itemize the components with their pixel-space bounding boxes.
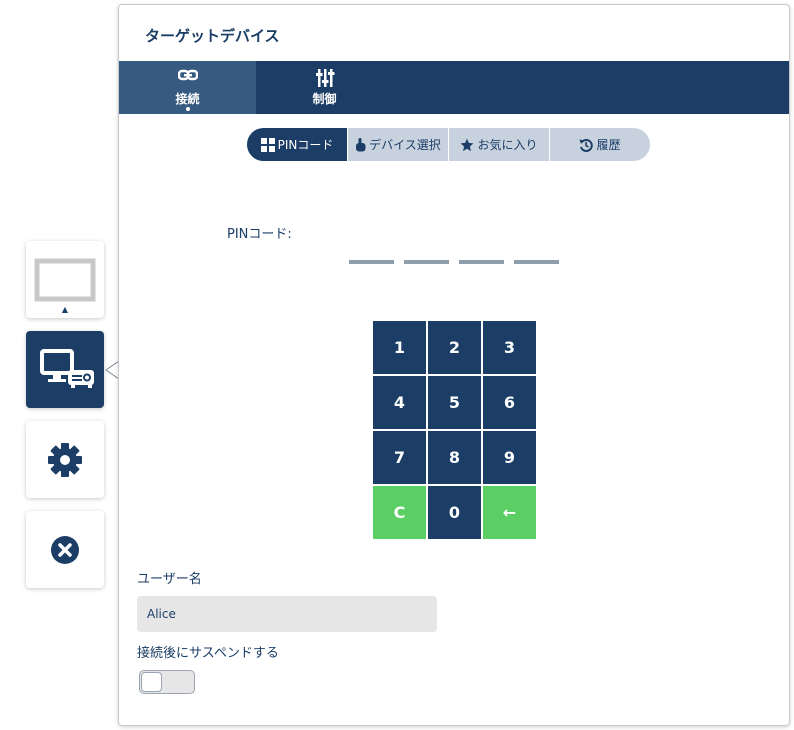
rail-device-button[interactable] xyxy=(26,331,104,408)
tab-control[interactable]: 制御 xyxy=(256,61,393,114)
tab-device-select[interactable]: デバイス選択 xyxy=(348,128,448,161)
tab-control-label: 制御 xyxy=(312,92,337,106)
sliders-icon xyxy=(315,69,334,87)
toggle-knob xyxy=(141,672,162,692)
active-tab-dot xyxy=(185,107,190,111)
keypad-key-7[interactable]: 7 xyxy=(373,431,426,484)
rail-close-button[interactable] xyxy=(26,511,104,588)
top-tab-bar: 接続 制御 xyxy=(119,61,789,114)
rail-settings-button[interactable] xyxy=(26,421,104,498)
tab-pin-code-label: PINコード xyxy=(277,138,334,152)
suspend-toggle[interactable] xyxy=(139,670,195,694)
pin-digit-slot-4 xyxy=(514,260,559,264)
rail-screen-button[interactable]: ▲ xyxy=(26,241,104,318)
close-icon xyxy=(51,535,79,564)
tab-history-label: 履歴 xyxy=(596,138,621,152)
keypad-key-9[interactable]: 9 xyxy=(483,431,536,484)
history-icon xyxy=(579,138,594,152)
connection-method-tabs: PINコード デバイス選択 お気に入り 履歴 xyxy=(247,128,650,161)
keypad-key-5[interactable]: 5 xyxy=(428,376,481,429)
keypad-key-2[interactable]: 2 xyxy=(428,321,481,374)
monitor-projector-icon xyxy=(40,348,94,388)
keypad-clear-button[interactable]: C xyxy=(373,486,426,539)
tab-connect[interactable]: 接続 xyxy=(119,61,256,114)
keypad-key-1[interactable]: 1 xyxy=(373,321,426,374)
star-icon xyxy=(461,138,474,151)
keypad-key-8[interactable]: 8 xyxy=(428,431,481,484)
gear-icon xyxy=(48,442,82,477)
pin-digit-slot-3 xyxy=(459,260,504,264)
tab-favorites[interactable]: お気に入り xyxy=(449,128,549,161)
keypad-key-0[interactable]: 0 xyxy=(428,486,481,539)
hand-pointer-icon xyxy=(356,137,366,151)
pin-digit-slot-1 xyxy=(349,260,394,264)
suspend-after-connect-label: 接続後にサスペンドする xyxy=(137,646,279,661)
tab-history[interactable]: 履歴 xyxy=(550,128,650,161)
rail-indicator-dot: ▲ xyxy=(61,305,69,314)
screen-icon xyxy=(34,258,96,301)
keypad-key-6[interactable]: 6 xyxy=(483,376,536,429)
grid-icon xyxy=(260,137,275,152)
keypad-backspace-button[interactable]: ← xyxy=(483,486,536,539)
keypad-key-3[interactable]: 3 xyxy=(483,321,536,374)
keypad-key-4[interactable]: 4 xyxy=(373,376,426,429)
target-device-panel: ターゲットデバイス 接続 制御 PINコード デバイス選択 お気に入り 履歴 P… xyxy=(118,4,790,726)
pin-code-label: PINコード: xyxy=(227,227,292,242)
pin-digit-slot-2 xyxy=(404,260,449,264)
username-input[interactable] xyxy=(137,596,437,632)
tab-connect-label: 接続 xyxy=(175,92,200,106)
tab-pin-code[interactable]: PINコード xyxy=(247,128,347,161)
tab-device-select-label: デバイス選択 xyxy=(369,138,441,152)
panel-title: ターゲットデバイス xyxy=(145,27,280,45)
link-icon xyxy=(177,69,198,81)
username-label: ユーザー名 xyxy=(137,572,202,587)
tab-favorites-label: お気に入り xyxy=(477,138,538,152)
